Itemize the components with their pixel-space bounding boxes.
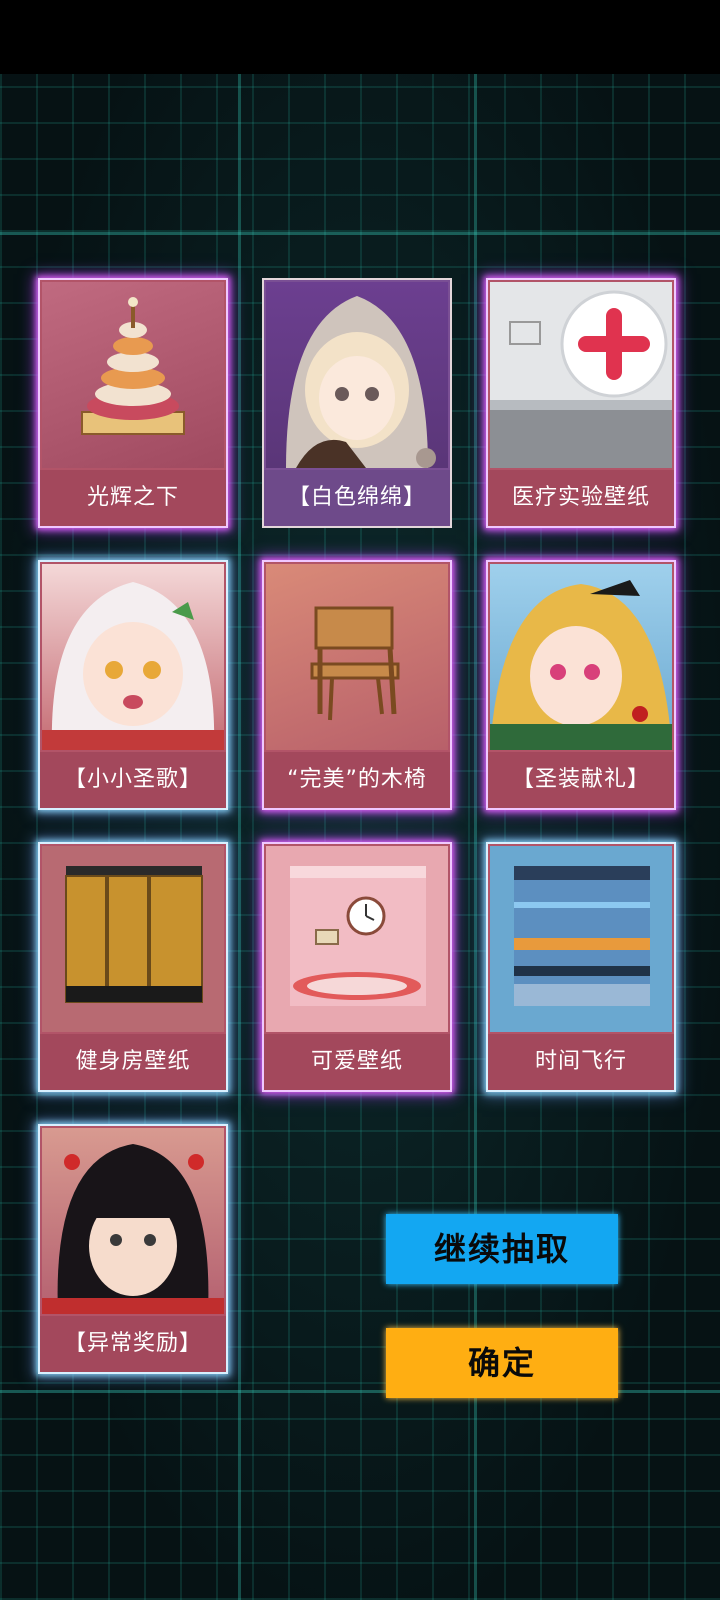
chair-art	[266, 564, 448, 750]
gym-wallpaper-art	[42, 846, 224, 1032]
confirm-button[interactable]: 确定	[386, 1328, 618, 1398]
reward-card-cute-wallpaper[interactable]: 可爱壁纸	[262, 842, 452, 1092]
reward-card-character[interactable]: 【异常奖励】	[38, 1124, 228, 1374]
character-portrait	[42, 564, 224, 750]
top-bar	[0, 0, 720, 74]
reward-name: 【异常奖励】	[40, 1316, 226, 1372]
reward-name: 【小小圣歌】	[40, 752, 226, 808]
continue-draw-button[interactable]: 继续抽取	[386, 1214, 618, 1284]
reward-card-time-flight[interactable]: 时间飞行	[486, 842, 676, 1092]
reward-name: 医疗实验壁纸	[488, 470, 674, 526]
reward-name: “完美”的木椅	[264, 752, 450, 808]
reward-name: 可爱壁纸	[264, 1034, 450, 1090]
reward-card-chair[interactable]: “完美”的木椅	[262, 560, 452, 810]
character-portrait	[490, 564, 672, 750]
reward-card-cake[interactable]: 光辉之下	[38, 278, 228, 528]
cake-art	[42, 282, 224, 468]
reward-card-character[interactable]: 【小小圣歌】	[38, 560, 228, 810]
character-portrait	[42, 1128, 224, 1314]
reward-card-character[interactable]: 【圣装献礼】	[486, 560, 676, 810]
grid-line	[238, 74, 241, 1600]
reward-name: 时间飞行	[488, 1034, 674, 1090]
reward-name: 【圣装献礼】	[488, 752, 674, 808]
reward-name: 光辉之下	[40, 470, 226, 526]
reward-card-gym-wallpaper[interactable]: 健身房壁纸	[38, 842, 228, 1092]
reward-card-character[interactable]: 【白色绵绵】	[262, 278, 452, 528]
time-flight-art	[490, 846, 672, 1032]
grid-line	[0, 232, 720, 235]
reward-name: 【白色绵绵】	[264, 470, 450, 526]
medical-wallpaper-art	[490, 282, 672, 468]
cute-wallpaper-art	[266, 846, 448, 1032]
reward-card-medical-wallpaper[interactable]: 医疗实验壁纸	[486, 278, 676, 528]
character-portrait	[266, 282, 448, 468]
reward-name: 健身房壁纸	[40, 1034, 226, 1090]
